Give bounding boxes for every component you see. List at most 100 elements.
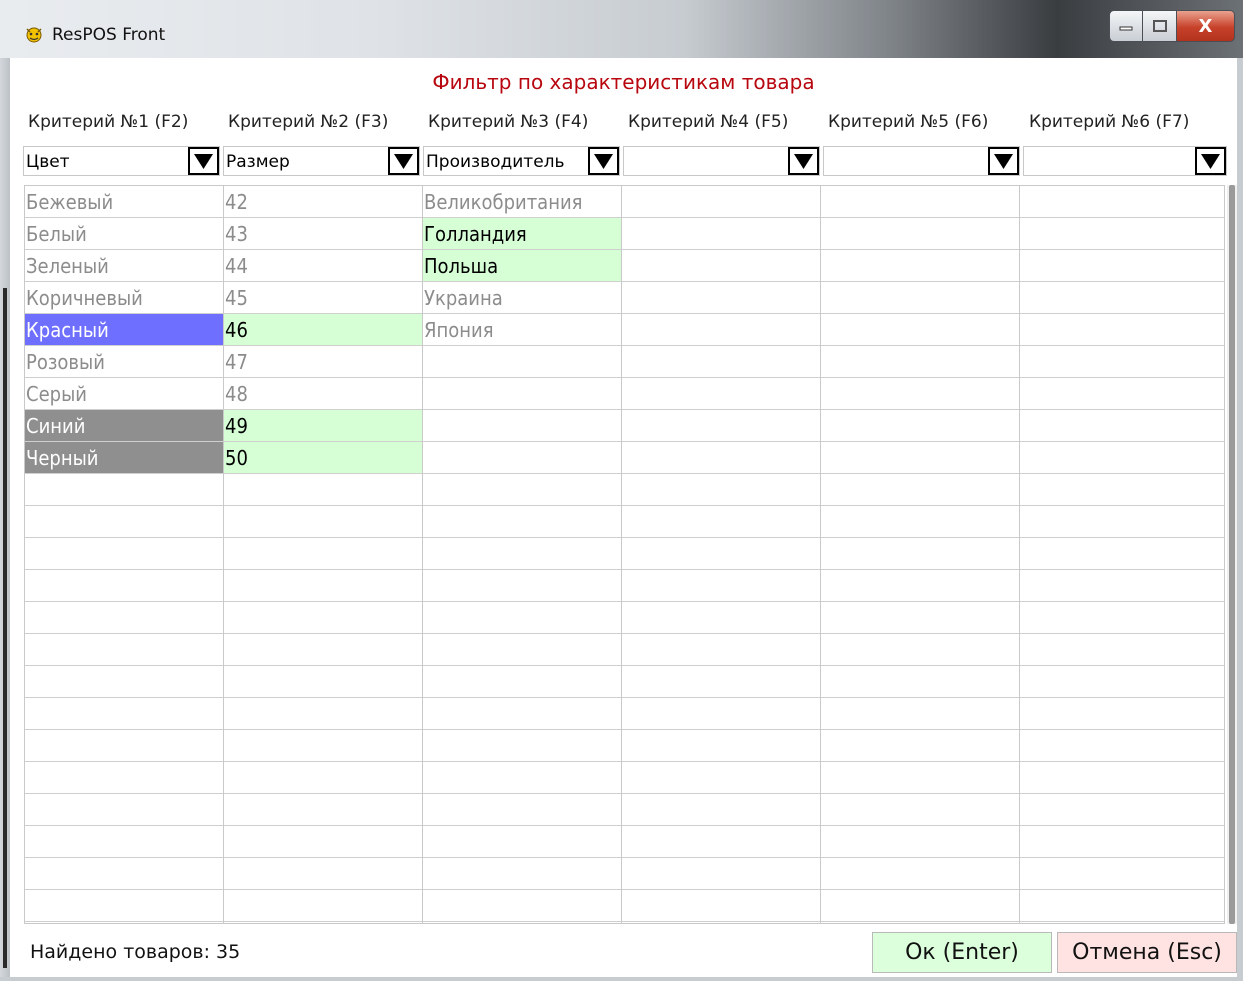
grid-cell[interactable]: 47 xyxy=(224,346,422,378)
dropdown-arrow-icon[interactable] xyxy=(788,147,819,175)
grid-cell-empty xyxy=(1020,442,1224,474)
grid-cell-empty xyxy=(25,474,223,506)
grid-cell-empty xyxy=(224,570,422,602)
grid-cell-empty xyxy=(423,570,621,602)
grid-cell-empty xyxy=(25,826,223,858)
grid-cell[interactable]: Синий xyxy=(25,410,223,442)
cancel-button[interactable]: Отмена (Esc) xyxy=(1057,932,1237,973)
grid-cell-empty xyxy=(821,762,1019,794)
grid-cell-empty xyxy=(1020,634,1224,666)
grid-column-2: 42 43 44 45 46 47 48 49 50 xyxy=(224,186,423,923)
criterion-6-label: Критерий №6 (F7) xyxy=(1029,112,1190,132)
grid-cell-empty xyxy=(622,186,820,218)
dialog-heading: Фильтр по характеристикам товара xyxy=(432,70,815,94)
grid-cell-empty xyxy=(622,762,820,794)
grid-cell[interactable]: 43 xyxy=(224,218,422,250)
grid-cell-empty xyxy=(622,506,820,538)
dropdown-arrow-icon[interactable] xyxy=(188,147,219,175)
grid-cell-empty xyxy=(423,666,621,698)
grid-cell[interactable]: Розовый xyxy=(25,346,223,378)
grid-cell-empty xyxy=(821,826,1019,858)
scrollbar-thumb[interactable] xyxy=(1229,185,1235,924)
grid-cell[interactable]: Белый xyxy=(25,218,223,250)
criterion-4-select[interactable] xyxy=(623,146,820,176)
dropdown-arrow-icon[interactable] xyxy=(988,147,1019,175)
grid-cell-empty xyxy=(821,506,1019,538)
dropdown-arrow-icon[interactable] xyxy=(388,147,419,175)
vertical-scrollbar[interactable] xyxy=(1227,185,1237,924)
grid-cell[interactable]: Красный xyxy=(25,314,223,346)
grid-cell-empty xyxy=(1020,346,1224,378)
grid-cell[interactable]: 44 xyxy=(224,250,422,282)
grid-cell-empty xyxy=(1020,570,1224,602)
grid-cell-empty xyxy=(423,730,621,762)
criterion-2-select[interactable]: Размер xyxy=(223,146,420,176)
grid-cell-empty xyxy=(423,602,621,634)
grid-cell-empty xyxy=(1020,858,1224,890)
grid-cell-empty xyxy=(622,314,820,346)
grid-cell[interactable]: Черный xyxy=(25,442,223,474)
grid-cell[interactable]: 48 xyxy=(224,378,422,410)
grid-cell-empty xyxy=(1020,410,1224,442)
grid-cell-empty xyxy=(1020,730,1224,762)
grid-cell-empty xyxy=(622,218,820,250)
grid-cell[interactable]: 50 xyxy=(224,442,422,474)
grid-cell-empty xyxy=(622,282,820,314)
grid-cell-empty xyxy=(25,634,223,666)
grid-cell-empty xyxy=(25,538,223,570)
window-frame-bottom xyxy=(0,977,1243,981)
grid-column-3: Великобритания Голландия Польша Украина Япон… xyxy=(423,186,622,923)
minimize-button[interactable] xyxy=(1109,10,1143,42)
grid-cell-empty xyxy=(224,698,422,730)
grid-cell-empty xyxy=(25,858,223,890)
criterion-1-select[interactable]: Цвет xyxy=(23,146,220,176)
grid-cell-empty xyxy=(423,346,621,378)
criterion-6-select[interactable] xyxy=(1023,146,1227,176)
grid-column-4 xyxy=(622,186,821,923)
grid-cell[interactable]: Коричневый xyxy=(25,282,223,314)
close-button[interactable]: X xyxy=(1177,10,1235,42)
grid-cell[interactable]: Великобритания xyxy=(423,186,621,218)
criterion-5-select[interactable] xyxy=(823,146,1020,176)
grid-cell-empty xyxy=(622,634,820,666)
grid-cell-empty xyxy=(622,826,820,858)
window-title: ResPOS Front xyxy=(52,25,166,45)
dropdown-arrow-icon[interactable] xyxy=(1195,147,1226,175)
grid-cell[interactable]: 42 xyxy=(224,186,422,218)
grid-cell[interactable]: 46 xyxy=(224,314,422,346)
grid-cell[interactable]: 49 xyxy=(224,410,422,442)
criterion-3-select[interactable]: Производитель xyxy=(423,146,620,176)
grid-cell[interactable]: Серый xyxy=(25,378,223,410)
client-area: Фильтр по характеристикам товара Критери… xyxy=(10,58,1237,981)
grid-cell-empty xyxy=(622,730,820,762)
grid-cell-empty xyxy=(224,634,422,666)
grid-cell[interactable]: Бежевый xyxy=(25,186,223,218)
grid-cell[interactable]: Зеленый xyxy=(25,250,223,282)
grid-cell[interactable]: 45 xyxy=(224,282,422,314)
grid-cell-empty xyxy=(622,570,820,602)
dropdown-arrow-icon[interactable] xyxy=(588,147,619,175)
grid-cell[interactable]: Украина xyxy=(423,282,621,314)
grid-cell-empty xyxy=(1020,538,1224,570)
grid-cell-empty xyxy=(1020,378,1224,410)
grid-cell-empty xyxy=(821,186,1019,218)
grid-cell-empty xyxy=(821,410,1019,442)
grid-cell[interactable]: Япония xyxy=(423,314,621,346)
maximize-icon xyxy=(1152,20,1167,32)
grid-cell[interactable]: Голландия xyxy=(423,218,621,250)
grid-cell-empty xyxy=(1020,666,1224,698)
grid-cell-empty xyxy=(821,570,1019,602)
close-icon: X xyxy=(1198,15,1213,37)
ok-button[interactable]: Ок (Enter) xyxy=(872,932,1052,973)
grid-cell-empty xyxy=(821,282,1019,314)
grid-cell-empty xyxy=(25,666,223,698)
grid-cell-empty xyxy=(423,698,621,730)
maximize-button[interactable] xyxy=(1143,10,1177,42)
grid-cell-empty xyxy=(821,698,1019,730)
grid-cell-empty xyxy=(224,762,422,794)
grid-cell-empty xyxy=(622,346,820,378)
grid-cell-empty xyxy=(622,794,820,826)
grid-cell[interactable]: Польша xyxy=(423,250,621,282)
grid-column-1: Бежевый Белый Зеленый Коричневый Красный Розо… xyxy=(25,186,224,923)
grid-cell-empty xyxy=(224,730,422,762)
